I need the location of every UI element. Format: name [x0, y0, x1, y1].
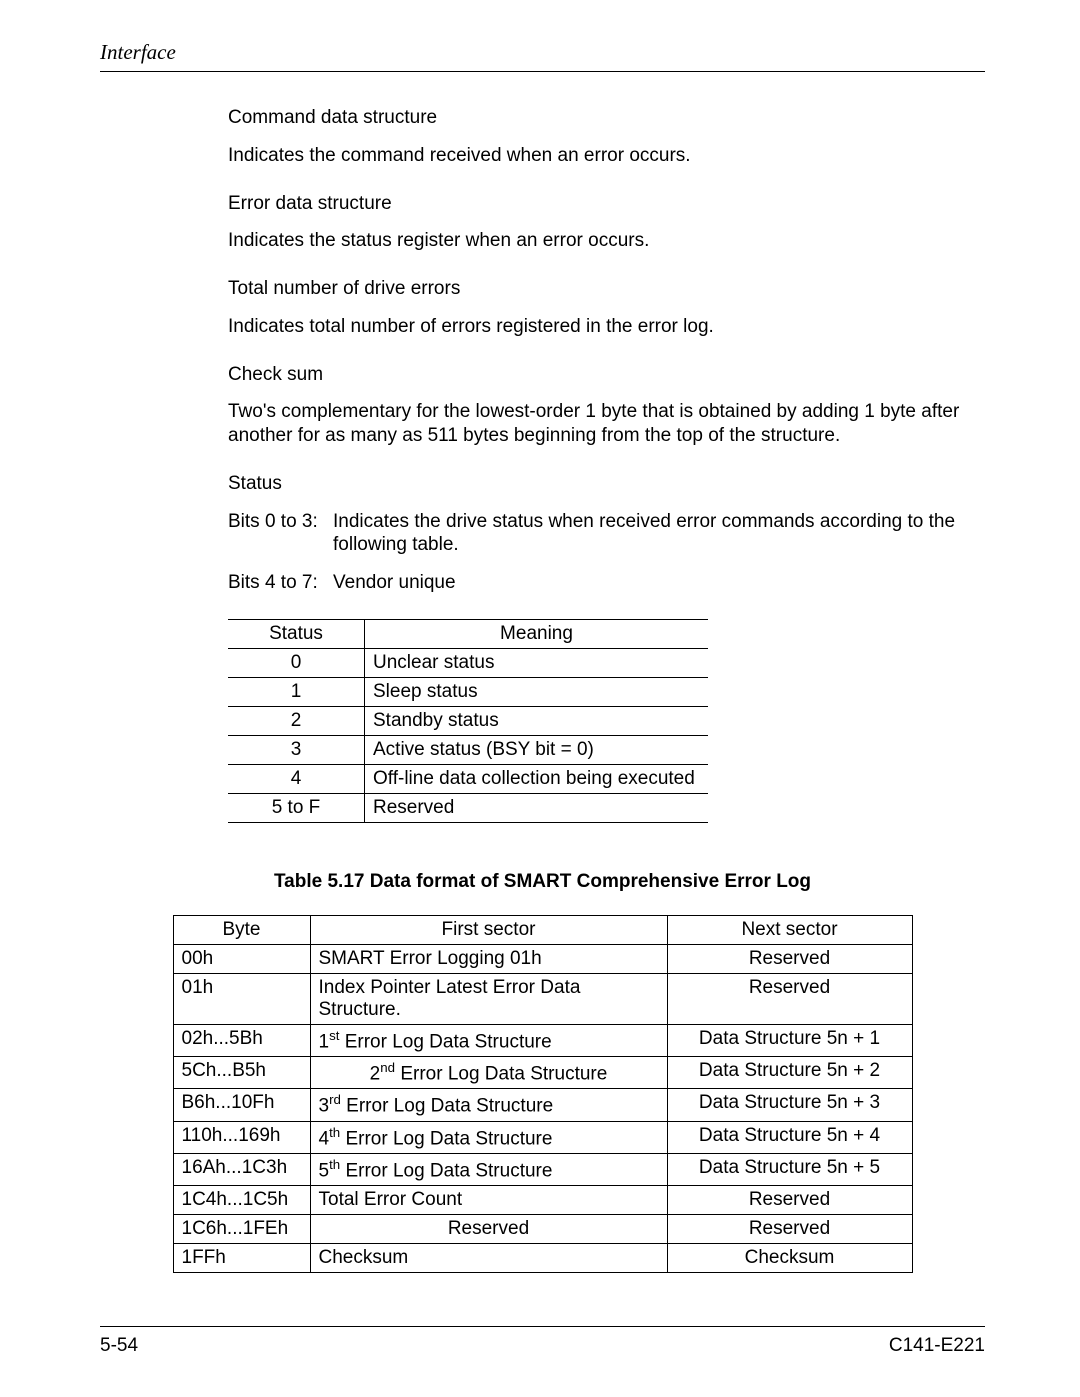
cell-next-sector: Reserved	[667, 1186, 912, 1215]
def-text: Indicates the command received when an e…	[228, 144, 985, 168]
table-row: 0Unclear status	[228, 648, 708, 677]
bits-label: Bits 0 to 3:	[228, 510, 333, 558]
table-row: 2Standby status	[228, 706, 708, 735]
def-text: Two's complementary for the lowest-order…	[228, 400, 985, 448]
cell-status: 1	[228, 677, 365, 706]
cell-next-sector: Checksum	[667, 1244, 912, 1273]
cell-byte: 01h	[173, 973, 310, 1024]
col-meaning: Meaning	[365, 619, 709, 648]
bits-row: Bits 4 to 7: Vendor unique	[228, 571, 985, 595]
table-row: B6h...10Fh3rd Error Log Data StructureDa…	[173, 1089, 912, 1121]
col-first: First sector	[310, 915, 667, 944]
table-row: 02h...5Bh1st Error Log Data StructureDat…	[173, 1024, 912, 1056]
cell-meaning: Reserved	[365, 793, 709, 822]
cell-byte: 1C4h...1C5h	[173, 1186, 310, 1215]
cell-first-sector: 3rd Error Log Data Structure	[310, 1089, 667, 1121]
table-row: 1C6h...1FEhReservedReserved	[173, 1215, 912, 1244]
cell-byte: 1FFh	[173, 1244, 310, 1273]
data-format-table: Byte First sector Next sector 00hSMART E…	[173, 915, 913, 1274]
cell-byte: 02h...5Bh	[173, 1024, 310, 1056]
table-caption: Table 5.17 Data format of SMART Comprehe…	[100, 871, 985, 893]
cell-byte: 1C6h...1FEh	[173, 1215, 310, 1244]
cell-status: 3	[228, 735, 365, 764]
cell-next-sector: Data Structure 5n + 4	[667, 1121, 912, 1153]
table-header-row: Status Meaning	[228, 619, 708, 648]
cell-status: 5 to F	[228, 793, 365, 822]
table-row: 01hIndex Pointer Latest Error Data Struc…	[173, 973, 912, 1024]
cell-first-sector: 2nd Error Log Data Structure	[310, 1057, 667, 1089]
def-head: Total number of drive errors	[228, 277, 985, 301]
cell-status: 0	[228, 648, 365, 677]
cell-first-sector: SMART Error Logging 01h	[310, 944, 667, 973]
cell-meaning: Active status (BSY bit = 0)	[365, 735, 709, 764]
table-row: 5Ch...B5h2nd Error Log Data StructureDat…	[173, 1057, 912, 1089]
cell-next-sector: Reserved	[667, 973, 912, 1024]
def-text: Indicates total number of errors registe…	[228, 315, 985, 339]
page: Interface Command data structure Indicat…	[0, 0, 1080, 1397]
def-head: Check sum	[228, 363, 985, 387]
footer-rule	[100, 1326, 985, 1327]
cell-first-sector: Total Error Count	[310, 1186, 667, 1215]
def-head: Error data structure	[228, 192, 985, 216]
cell-status: 4	[228, 764, 365, 793]
table-row: 4Off-line data collection being executed	[228, 764, 708, 793]
cell-meaning: Unclear status	[365, 648, 709, 677]
table-row: 00hSMART Error Logging 01hReserved	[173, 944, 912, 973]
cell-first-sector: Checksum	[310, 1244, 667, 1273]
table-row: 3Active status (BSY bit = 0)	[228, 735, 708, 764]
cell-byte: B6h...10Fh	[173, 1089, 310, 1121]
cell-first-sector: Index Pointer Latest Error Data Structur…	[310, 973, 667, 1024]
running-head: Interface	[100, 40, 985, 72]
page-footer: 5-54 C141-E221	[100, 1335, 985, 1357]
cell-next-sector: Data Structure 5n + 1	[667, 1024, 912, 1056]
table-row: 1Sleep status	[228, 677, 708, 706]
col-next: Next sector	[667, 915, 912, 944]
table-row: 1FFhChecksumChecksum	[173, 1244, 912, 1273]
table-header-row: Byte First sector Next sector	[173, 915, 912, 944]
bits-row: Bits 0 to 3: Indicates the drive status …	[228, 510, 985, 558]
table-row: 1C4h...1C5hTotal Error CountReserved	[173, 1186, 912, 1215]
table-row: 5 to FReserved	[228, 793, 708, 822]
status-table: Status Meaning 0Unclear status1Sleep sta…	[228, 619, 708, 823]
status-head: Status	[228, 472, 985, 496]
cell-meaning: Standby status	[365, 706, 709, 735]
cell-byte: 5Ch...B5h	[173, 1057, 310, 1089]
cell-first-sector: 4th Error Log Data Structure	[310, 1121, 667, 1153]
cell-byte: 16Ah...1C3h	[173, 1154, 310, 1186]
cell-next-sector: Data Structure 5n + 3	[667, 1089, 912, 1121]
col-byte: Byte	[173, 915, 310, 944]
cell-first-sector: 5th Error Log Data Structure	[310, 1154, 667, 1186]
bits-text: Indicates the drive status when received…	[333, 510, 985, 558]
bits-text: Vendor unique	[333, 571, 985, 595]
def-text: Indicates the status register when an er…	[228, 229, 985, 253]
doc-number: C141-E221	[889, 1335, 985, 1357]
cell-next-sector: Reserved	[667, 1215, 912, 1244]
cell-first-sector: Reserved	[310, 1215, 667, 1244]
table-row: 16Ah...1C3h5th Error Log Data StructureD…	[173, 1154, 912, 1186]
def-head: Command data structure	[228, 106, 985, 130]
cell-meaning: Off-line data collection being executed	[365, 764, 709, 793]
table-row: 110h...169h4th Error Log Data StructureD…	[173, 1121, 912, 1153]
cell-next-sector: Reserved	[667, 944, 912, 973]
definitions-block: Command data structure Indicates the com…	[228, 106, 985, 595]
cell-byte: 110h...169h	[173, 1121, 310, 1153]
page-number: 5-54	[100, 1335, 138, 1357]
bits-label: Bits 4 to 7:	[228, 571, 333, 595]
cell-first-sector: 1st Error Log Data Structure	[310, 1024, 667, 1056]
cell-byte: 00h	[173, 944, 310, 973]
cell-next-sector: Data Structure 5n + 5	[667, 1154, 912, 1186]
cell-next-sector: Data Structure 5n + 2	[667, 1057, 912, 1089]
cell-meaning: Sleep status	[365, 677, 709, 706]
col-status: Status	[228, 619, 365, 648]
cell-status: 2	[228, 706, 365, 735]
